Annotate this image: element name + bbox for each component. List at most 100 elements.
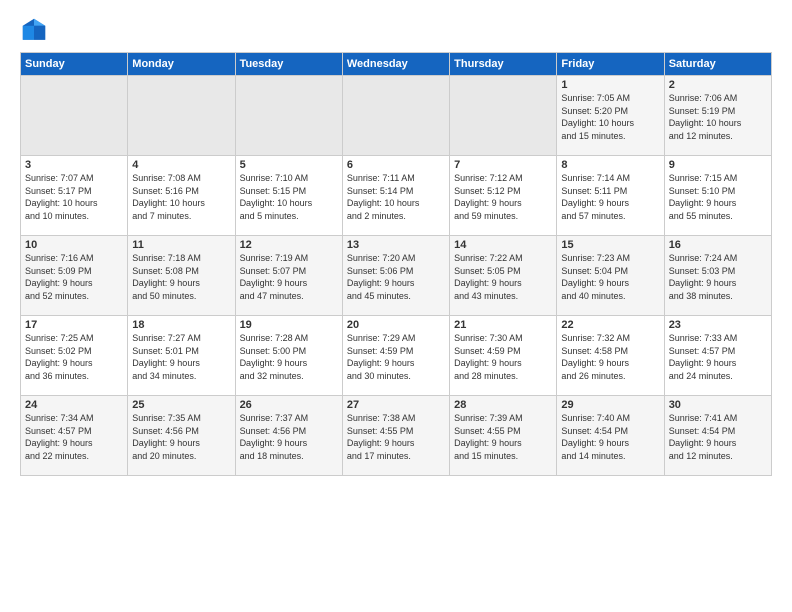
day-info: Sunrise: 7:41 AM Sunset: 4:54 PM Dayligh…: [669, 412, 767, 462]
day-number: 18: [132, 319, 230, 331]
day-number: 10: [25, 239, 123, 251]
day-cell: 5Sunrise: 7:10 AM Sunset: 5:15 PM Daylig…: [235, 156, 342, 236]
day-info: Sunrise: 7:27 AM Sunset: 5:01 PM Dayligh…: [132, 332, 230, 382]
day-number: 12: [240, 239, 338, 251]
day-cell: 30Sunrise: 7:41 AM Sunset: 4:54 PM Dayli…: [664, 396, 771, 476]
day-number: 17: [25, 319, 123, 331]
day-cell: [128, 76, 235, 156]
day-number: 20: [347, 319, 445, 331]
day-info: Sunrise: 7:25 AM Sunset: 5:02 PM Dayligh…: [25, 332, 123, 382]
day-number: 30: [669, 399, 767, 411]
day-cell: 14Sunrise: 7:22 AM Sunset: 5:05 PM Dayli…: [450, 236, 557, 316]
day-number: 27: [347, 399, 445, 411]
day-info: Sunrise: 7:23 AM Sunset: 5:04 PM Dayligh…: [561, 252, 659, 302]
day-info: Sunrise: 7:10 AM Sunset: 5:15 PM Dayligh…: [240, 172, 338, 222]
day-cell: [450, 76, 557, 156]
day-info: Sunrise: 7:06 AM Sunset: 5:19 PM Dayligh…: [669, 92, 767, 142]
day-cell: 16Sunrise: 7:24 AM Sunset: 5:03 PM Dayli…: [664, 236, 771, 316]
day-cell: [235, 76, 342, 156]
day-cell: 6Sunrise: 7:11 AM Sunset: 5:14 PM Daylig…: [342, 156, 449, 236]
day-info: Sunrise: 7:16 AM Sunset: 5:09 PM Dayligh…: [25, 252, 123, 302]
day-cell: 7Sunrise: 7:12 AM Sunset: 5:12 PM Daylig…: [450, 156, 557, 236]
col-header-friday: Friday: [557, 53, 664, 76]
day-info: Sunrise: 7:12 AM Sunset: 5:12 PM Dayligh…: [454, 172, 552, 222]
day-info: Sunrise: 7:20 AM Sunset: 5:06 PM Dayligh…: [347, 252, 445, 302]
day-info: Sunrise: 7:37 AM Sunset: 4:56 PM Dayligh…: [240, 412, 338, 462]
day-cell: 13Sunrise: 7:20 AM Sunset: 5:06 PM Dayli…: [342, 236, 449, 316]
day-number: 13: [347, 239, 445, 251]
day-cell: 18Sunrise: 7:27 AM Sunset: 5:01 PM Dayli…: [128, 316, 235, 396]
day-number: 28: [454, 399, 552, 411]
week-row-4: 17Sunrise: 7:25 AM Sunset: 5:02 PM Dayli…: [21, 316, 772, 396]
calendar-table: SundayMondayTuesdayWednesdayThursdayFrid…: [20, 52, 772, 476]
day-number: 9: [669, 159, 767, 171]
day-info: Sunrise: 7:33 AM Sunset: 4:57 PM Dayligh…: [669, 332, 767, 382]
day-cell: 4Sunrise: 7:08 AM Sunset: 5:16 PM Daylig…: [128, 156, 235, 236]
day-info: Sunrise: 7:11 AM Sunset: 5:14 PM Dayligh…: [347, 172, 445, 222]
day-cell: 8Sunrise: 7:14 AM Sunset: 5:11 PM Daylig…: [557, 156, 664, 236]
day-cell: 15Sunrise: 7:23 AM Sunset: 5:04 PM Dayli…: [557, 236, 664, 316]
day-info: Sunrise: 7:29 AM Sunset: 4:59 PM Dayligh…: [347, 332, 445, 382]
week-row-2: 3Sunrise: 7:07 AM Sunset: 5:17 PM Daylig…: [21, 156, 772, 236]
day-cell: 10Sunrise: 7:16 AM Sunset: 5:09 PM Dayli…: [21, 236, 128, 316]
day-number: 5: [240, 159, 338, 171]
logo-icon: [20, 16, 48, 44]
day-cell: 29Sunrise: 7:40 AM Sunset: 4:54 PM Dayli…: [557, 396, 664, 476]
day-info: Sunrise: 7:14 AM Sunset: 5:11 PM Dayligh…: [561, 172, 659, 222]
day-number: 1: [561, 79, 659, 91]
day-info: Sunrise: 7:22 AM Sunset: 5:05 PM Dayligh…: [454, 252, 552, 302]
day-number: 4: [132, 159, 230, 171]
day-cell: 1Sunrise: 7:05 AM Sunset: 5:20 PM Daylig…: [557, 76, 664, 156]
col-header-tuesday: Tuesday: [235, 53, 342, 76]
day-cell: 12Sunrise: 7:19 AM Sunset: 5:07 PM Dayli…: [235, 236, 342, 316]
day-cell: 28Sunrise: 7:39 AM Sunset: 4:55 PM Dayli…: [450, 396, 557, 476]
day-number: 21: [454, 319, 552, 331]
day-info: Sunrise: 7:38 AM Sunset: 4:55 PM Dayligh…: [347, 412, 445, 462]
day-number: 11: [132, 239, 230, 251]
day-cell: 17Sunrise: 7:25 AM Sunset: 5:02 PM Dayli…: [21, 316, 128, 396]
day-number: 24: [25, 399, 123, 411]
day-cell: 21Sunrise: 7:30 AM Sunset: 4:59 PM Dayli…: [450, 316, 557, 396]
day-cell: 11Sunrise: 7:18 AM Sunset: 5:08 PM Dayli…: [128, 236, 235, 316]
col-header-saturday: Saturday: [664, 53, 771, 76]
day-number: 7: [454, 159, 552, 171]
day-number: 8: [561, 159, 659, 171]
day-number: 19: [240, 319, 338, 331]
week-row-1: 1Sunrise: 7:05 AM Sunset: 5:20 PM Daylig…: [21, 76, 772, 156]
day-info: Sunrise: 7:08 AM Sunset: 5:16 PM Dayligh…: [132, 172, 230, 222]
day-cell: 9Sunrise: 7:15 AM Sunset: 5:10 PM Daylig…: [664, 156, 771, 236]
day-info: Sunrise: 7:34 AM Sunset: 4:57 PM Dayligh…: [25, 412, 123, 462]
day-number: 23: [669, 319, 767, 331]
col-header-sunday: Sunday: [21, 53, 128, 76]
day-info: Sunrise: 7:39 AM Sunset: 4:55 PM Dayligh…: [454, 412, 552, 462]
day-cell: [342, 76, 449, 156]
day-cell: 3Sunrise: 7:07 AM Sunset: 5:17 PM Daylig…: [21, 156, 128, 236]
day-info: Sunrise: 7:05 AM Sunset: 5:20 PM Dayligh…: [561, 92, 659, 142]
day-info: Sunrise: 7:18 AM Sunset: 5:08 PM Dayligh…: [132, 252, 230, 302]
col-header-wednesday: Wednesday: [342, 53, 449, 76]
day-info: Sunrise: 7:35 AM Sunset: 4:56 PM Dayligh…: [132, 412, 230, 462]
day-cell: 27Sunrise: 7:38 AM Sunset: 4:55 PM Dayli…: [342, 396, 449, 476]
header: [20, 16, 772, 44]
day-number: 6: [347, 159, 445, 171]
day-info: Sunrise: 7:15 AM Sunset: 5:10 PM Dayligh…: [669, 172, 767, 222]
header-row: SundayMondayTuesdayWednesdayThursdayFrid…: [21, 53, 772, 76]
day-number: 25: [132, 399, 230, 411]
day-info: Sunrise: 7:28 AM Sunset: 5:00 PM Dayligh…: [240, 332, 338, 382]
day-info: Sunrise: 7:32 AM Sunset: 4:58 PM Dayligh…: [561, 332, 659, 382]
col-header-thursday: Thursday: [450, 53, 557, 76]
day-cell: 2Sunrise: 7:06 AM Sunset: 5:19 PM Daylig…: [664, 76, 771, 156]
day-number: 26: [240, 399, 338, 411]
day-number: 16: [669, 239, 767, 251]
day-cell: 25Sunrise: 7:35 AM Sunset: 4:56 PM Dayli…: [128, 396, 235, 476]
day-cell: 24Sunrise: 7:34 AM Sunset: 4:57 PM Dayli…: [21, 396, 128, 476]
day-cell: 26Sunrise: 7:37 AM Sunset: 4:56 PM Dayli…: [235, 396, 342, 476]
col-header-monday: Monday: [128, 53, 235, 76]
day-cell: [21, 76, 128, 156]
logo: [20, 16, 52, 44]
day-number: 22: [561, 319, 659, 331]
day-cell: 22Sunrise: 7:32 AM Sunset: 4:58 PM Dayli…: [557, 316, 664, 396]
day-cell: 20Sunrise: 7:29 AM Sunset: 4:59 PM Dayli…: [342, 316, 449, 396]
day-info: Sunrise: 7:30 AM Sunset: 4:59 PM Dayligh…: [454, 332, 552, 382]
day-cell: 19Sunrise: 7:28 AM Sunset: 5:00 PM Dayli…: [235, 316, 342, 396]
